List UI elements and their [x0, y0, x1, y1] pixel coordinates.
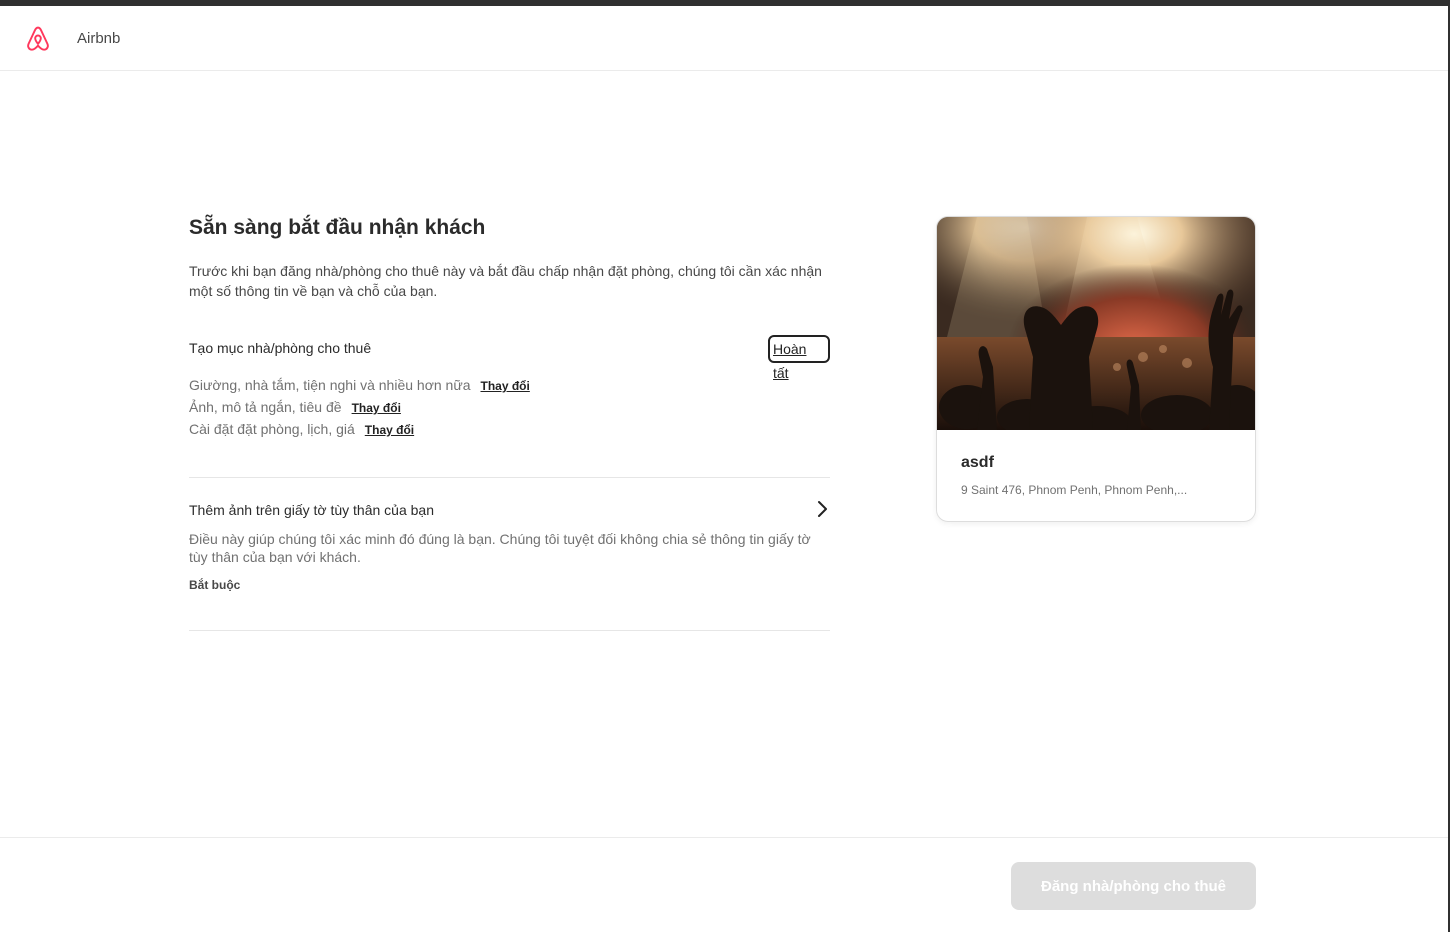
publish-listing-button[interactable]: Đăng nhà/phòng cho thuê	[1011, 862, 1256, 910]
listing-detail-text: Ảnh, mô tả ngắn, tiêu đề	[189, 399, 342, 415]
top-header: Airbnb	[0, 6, 1448, 71]
brand-name[interactable]: Airbnb	[77, 30, 120, 47]
chevron-right-icon	[818, 501, 827, 517]
listing-detail-text: Giường, nhà tắm, tiện nghi và nhiều hơn …	[189, 377, 471, 393]
required-label: Bắt buộc	[189, 578, 241, 592]
change-link[interactable]: Thay đổi	[352, 401, 401, 415]
listing-address: 9 Saint 476, Phnom Penh, Phnom Penh,...	[961, 483, 1188, 497]
section-divider	[189, 477, 830, 478]
id-photo-description: Điều này giúp chúng tôi xác minh đó đúng…	[189, 531, 811, 565]
listing-title: asdf	[961, 454, 994, 471]
section-divider	[189, 630, 830, 631]
complete-status-button[interactable]: Hoàn tất	[768, 335, 830, 381]
change-link[interactable]: Thay đổi	[481, 379, 530, 393]
change-link[interactable]: Thay đổi	[365, 423, 414, 437]
airbnb-logo-icon[interactable]	[24, 24, 52, 54]
listing-preview-card[interactable]: asdf 9 Saint 476, Phnom Penh, Phnom Penh…	[936, 216, 1256, 522]
listing-detail-row: Ảnh, mô tả ngắn, tiêu đề Thay đổi	[189, 399, 401, 415]
add-id-photo-row[interactable]: Thêm ảnh trên giấy tờ tùy thân của bạn	[189, 498, 830, 522]
listing-detail-text: Cài đặt đặt phòng, lịch, giá	[189, 421, 355, 437]
listing-photo	[937, 217, 1255, 430]
create-listing-label: Tạo mục nhà/phòng cho thuê	[189, 340, 372, 356]
add-id-photo-label: Thêm ảnh trên giấy tờ tùy thân của bạn	[189, 502, 434, 518]
listing-detail-row: Cài đặt đặt phòng, lịch, giá Thay đổi	[189, 421, 414, 437]
page-title: Sẵn sàng bắt đầu nhận khách	[189, 216, 486, 239]
page-subtitle: Trước khi bạn đăng nhà/phòng cho thuê nà…	[189, 263, 822, 299]
listing-detail-row: Giường, nhà tắm, tiện nghi và nhiều hơn …	[189, 377, 530, 393]
